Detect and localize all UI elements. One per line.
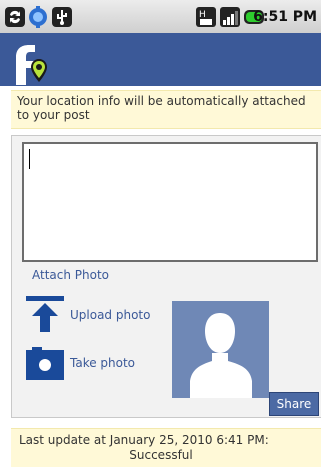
usb-icon	[52, 7, 72, 27]
take-photo-label: Take photo	[70, 356, 136, 370]
upload-icon	[26, 296, 64, 332]
facebook-logo-icon	[16, 45, 47, 85]
location-info-banner: Your location info will be automatically…	[11, 90, 321, 129]
svg-text:H: H	[199, 10, 206, 20]
phone-signal-icon: H	[196, 7, 216, 27]
status-time: 6:51 PM	[253, 9, 317, 25]
location-info-text: Your location info will be automatically…	[17, 94, 306, 122]
last-update-footer: Last update at January 25, 2010 6:41 PM:…	[11, 428, 321, 467]
post-text-input[interactable]	[22, 142, 318, 262]
upload-photo-button[interactable]: Upload photo	[24, 294, 174, 334]
sync-icon	[5, 7, 25, 27]
post-composer-panel: Attach Photo Upload photo Take photo Sha…	[11, 135, 321, 418]
network-sync-icon	[29, 6, 47, 28]
camera-icon	[26, 347, 64, 380]
avatar	[172, 301, 269, 398]
attach-photo-label: Attach Photo	[32, 268, 110, 282]
last-update-text: Last update at January 25, 2010 6:41 PM:	[19, 433, 269, 447]
app-header	[0, 33, 321, 86]
upload-photo-label: Upload photo	[70, 308, 151, 322]
last-update-status: Successful	[129, 448, 193, 462]
default-profile-icon	[172, 301, 269, 398]
text-cursor	[29, 149, 30, 169]
status-bar: H 6:51 PM	[0, 0, 321, 33]
take-photo-button[interactable]: Take photo	[24, 344, 174, 384]
share-button[interactable]: Share	[269, 392, 319, 416]
signal-bars-icon	[220, 7, 240, 27]
